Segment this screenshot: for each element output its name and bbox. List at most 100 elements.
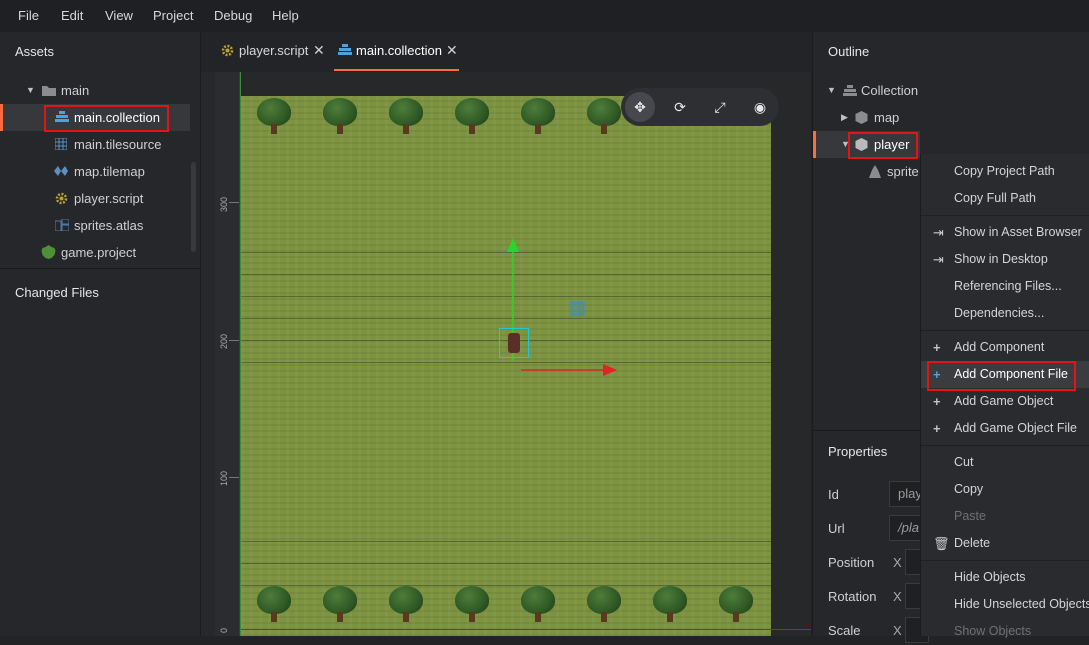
menu-item-cut[interactable]: Cut xyxy=(921,449,1089,476)
menu-item-delete[interactable]: 🗑 Delete xyxy=(921,530,1089,557)
menu-separator xyxy=(921,330,1089,331)
tree-item-player-script[interactable]: player.script xyxy=(0,185,190,212)
menu-item-show-in-asset-browser[interactable]: ⇥ Show in Asset Browser xyxy=(921,219,1089,246)
y-axis-arrow xyxy=(507,238,519,252)
highlight-annotation xyxy=(927,361,1076,391)
menu-item-label: Delete xyxy=(954,536,991,550)
prop-label-position: Position xyxy=(828,555,875,570)
tree-item-label: player.script xyxy=(74,191,144,206)
menu-project[interactable]: Project xyxy=(153,8,193,23)
outline-label: Collection xyxy=(861,83,919,98)
changed-files-title: Changed Files xyxy=(15,285,99,300)
prop-label-url: Url xyxy=(828,521,845,536)
context-menu: Copy Project Path Copy Full Path ⇥ Show i… xyxy=(920,154,1089,638)
menu-view[interactable]: View xyxy=(105,8,133,23)
menu-item-copy-project-path[interactable]: Copy Project Path xyxy=(921,158,1089,185)
rotate-tool-icon[interactable]: ⟳ xyxy=(665,92,695,122)
expand-arrow-icon[interactable]: ▶ xyxy=(841,104,848,131)
assets-panel: Assets ▼ main main.collection main.tiles… xyxy=(0,32,201,636)
tree-tile xyxy=(257,586,291,624)
menu-item-add-component[interactable]: + Add Component xyxy=(921,334,1089,361)
highlight-annotation xyxy=(848,132,918,159)
collection-icon xyxy=(843,85,857,96)
tree-tile xyxy=(323,98,357,136)
atlas-icon xyxy=(55,219,69,231)
ruler-label: 200 xyxy=(219,333,229,349)
scene-viewport[interactable]: 300 200 100 0 ✥ ⟳ ⤢ ◉ xyxy=(201,72,811,636)
menu-item-add-game-object[interactable]: + Add Game Object xyxy=(921,388,1089,415)
menu-item-label: Hide Objects xyxy=(954,570,1026,584)
tool-palette: ✥ ⟳ ⤢ ◉ xyxy=(621,88,779,126)
script-gear-icon xyxy=(55,192,68,205)
menu-item-label: Cut xyxy=(954,455,974,469)
close-icon[interactable]: ✕ xyxy=(313,42,325,59)
outline-label: sprite xyxy=(887,164,919,179)
tree-tile xyxy=(455,586,489,624)
tree-item-label: map.tilemap xyxy=(74,164,145,179)
character-icon xyxy=(508,333,520,353)
expand-arrow-icon[interactable]: ▼ xyxy=(26,77,35,104)
grid-line xyxy=(241,541,771,542)
menu-item-show-in-desktop[interactable]: ⇥ Show in Desktop xyxy=(921,246,1089,273)
tab-label: main.collection xyxy=(356,43,442,58)
plus-icon: + xyxy=(933,421,941,436)
scale-tool-icon[interactable]: ⤢ xyxy=(705,92,735,122)
ruler-label: 300 xyxy=(219,196,229,212)
x-axis-line xyxy=(241,629,811,630)
menu-item-label: Add Game Object File xyxy=(954,421,1077,435)
outline-title: Outline xyxy=(828,44,870,59)
ruler-tick xyxy=(229,477,239,478)
menu-debug[interactable]: Debug xyxy=(214,8,252,23)
tree-item-label: main xyxy=(61,83,90,98)
tree-item-map-tilemap[interactable]: map.tilemap xyxy=(0,158,190,185)
menu-item-add-game-object-file[interactable]: + Add Game Object File xyxy=(921,415,1089,442)
tilemap-icon xyxy=(54,166,68,176)
assets-scrollbar[interactable] xyxy=(191,162,196,252)
tree-tile xyxy=(389,98,423,136)
menu-item-label: Copy Project Path xyxy=(954,164,1055,178)
tree-tile xyxy=(455,98,489,136)
menu-file[interactable]: File xyxy=(18,8,39,23)
menu-separator xyxy=(921,445,1089,446)
menu-item-label: Show Objects xyxy=(954,624,1032,638)
script-gear-icon xyxy=(221,44,234,57)
x-axis-arrow xyxy=(603,364,617,376)
tree-item-sprites-atlas[interactable]: sprites.atlas xyxy=(0,212,190,239)
menu-edit[interactable]: Edit xyxy=(61,8,83,23)
menu-help[interactable]: Help xyxy=(272,8,299,23)
tab-main-collection[interactable]: main.collection ✕ xyxy=(338,42,463,72)
tree-item-main-tilesource[interactable]: main.tilesource xyxy=(0,131,190,158)
collection-icon xyxy=(338,44,352,55)
menu-item-hide-unselected-objects[interactable]: Hide Unselected Objects xyxy=(921,591,1089,618)
menu-item-referencing-files[interactable]: Referencing Files... xyxy=(921,273,1089,300)
ruler-label: 0 xyxy=(219,627,229,633)
divider xyxy=(0,268,200,269)
tree-tile xyxy=(587,98,621,136)
menu-separator xyxy=(921,215,1089,216)
close-icon[interactable]: ✕ xyxy=(446,42,458,59)
outline-label: map xyxy=(874,110,900,125)
prop-label-id: Id xyxy=(828,487,839,502)
tilemap-grass xyxy=(241,96,771,636)
ruler-tick xyxy=(229,340,239,341)
tab-player-script[interactable]: player.script ✕ xyxy=(221,42,331,72)
project-icon xyxy=(41,245,56,259)
tree-tile xyxy=(719,586,753,624)
menu-item-copy[interactable]: Copy xyxy=(921,476,1089,503)
menu-item-copy-full-path[interactable]: Copy Full Path xyxy=(921,185,1089,212)
menu-item-hide-objects[interactable]: Hide Objects xyxy=(921,564,1089,591)
reveal-icon: ⇥ xyxy=(933,225,944,240)
menubar: File Edit View Project Debug Help xyxy=(0,0,1089,32)
move-tool-icon[interactable]: ✥ xyxy=(625,92,655,122)
player-sprite[interactable] xyxy=(499,328,529,358)
axis-label-x: X xyxy=(893,555,902,570)
tree-item-game-project[interactable]: game.project xyxy=(0,239,190,266)
active-tab-indicator xyxy=(334,69,459,71)
tree-item-label: main.tilesource xyxy=(74,137,162,152)
menu-item-dependencies[interactable]: Dependencies... xyxy=(921,300,1089,327)
tilesource-icon xyxy=(55,138,67,150)
properties-title: Properties xyxy=(828,444,888,459)
visibility-icon[interactable]: ◉ xyxy=(745,92,775,122)
expand-arrow-icon[interactable]: ▼ xyxy=(827,77,836,104)
menu-item-label: Add Game Object xyxy=(954,394,1054,408)
